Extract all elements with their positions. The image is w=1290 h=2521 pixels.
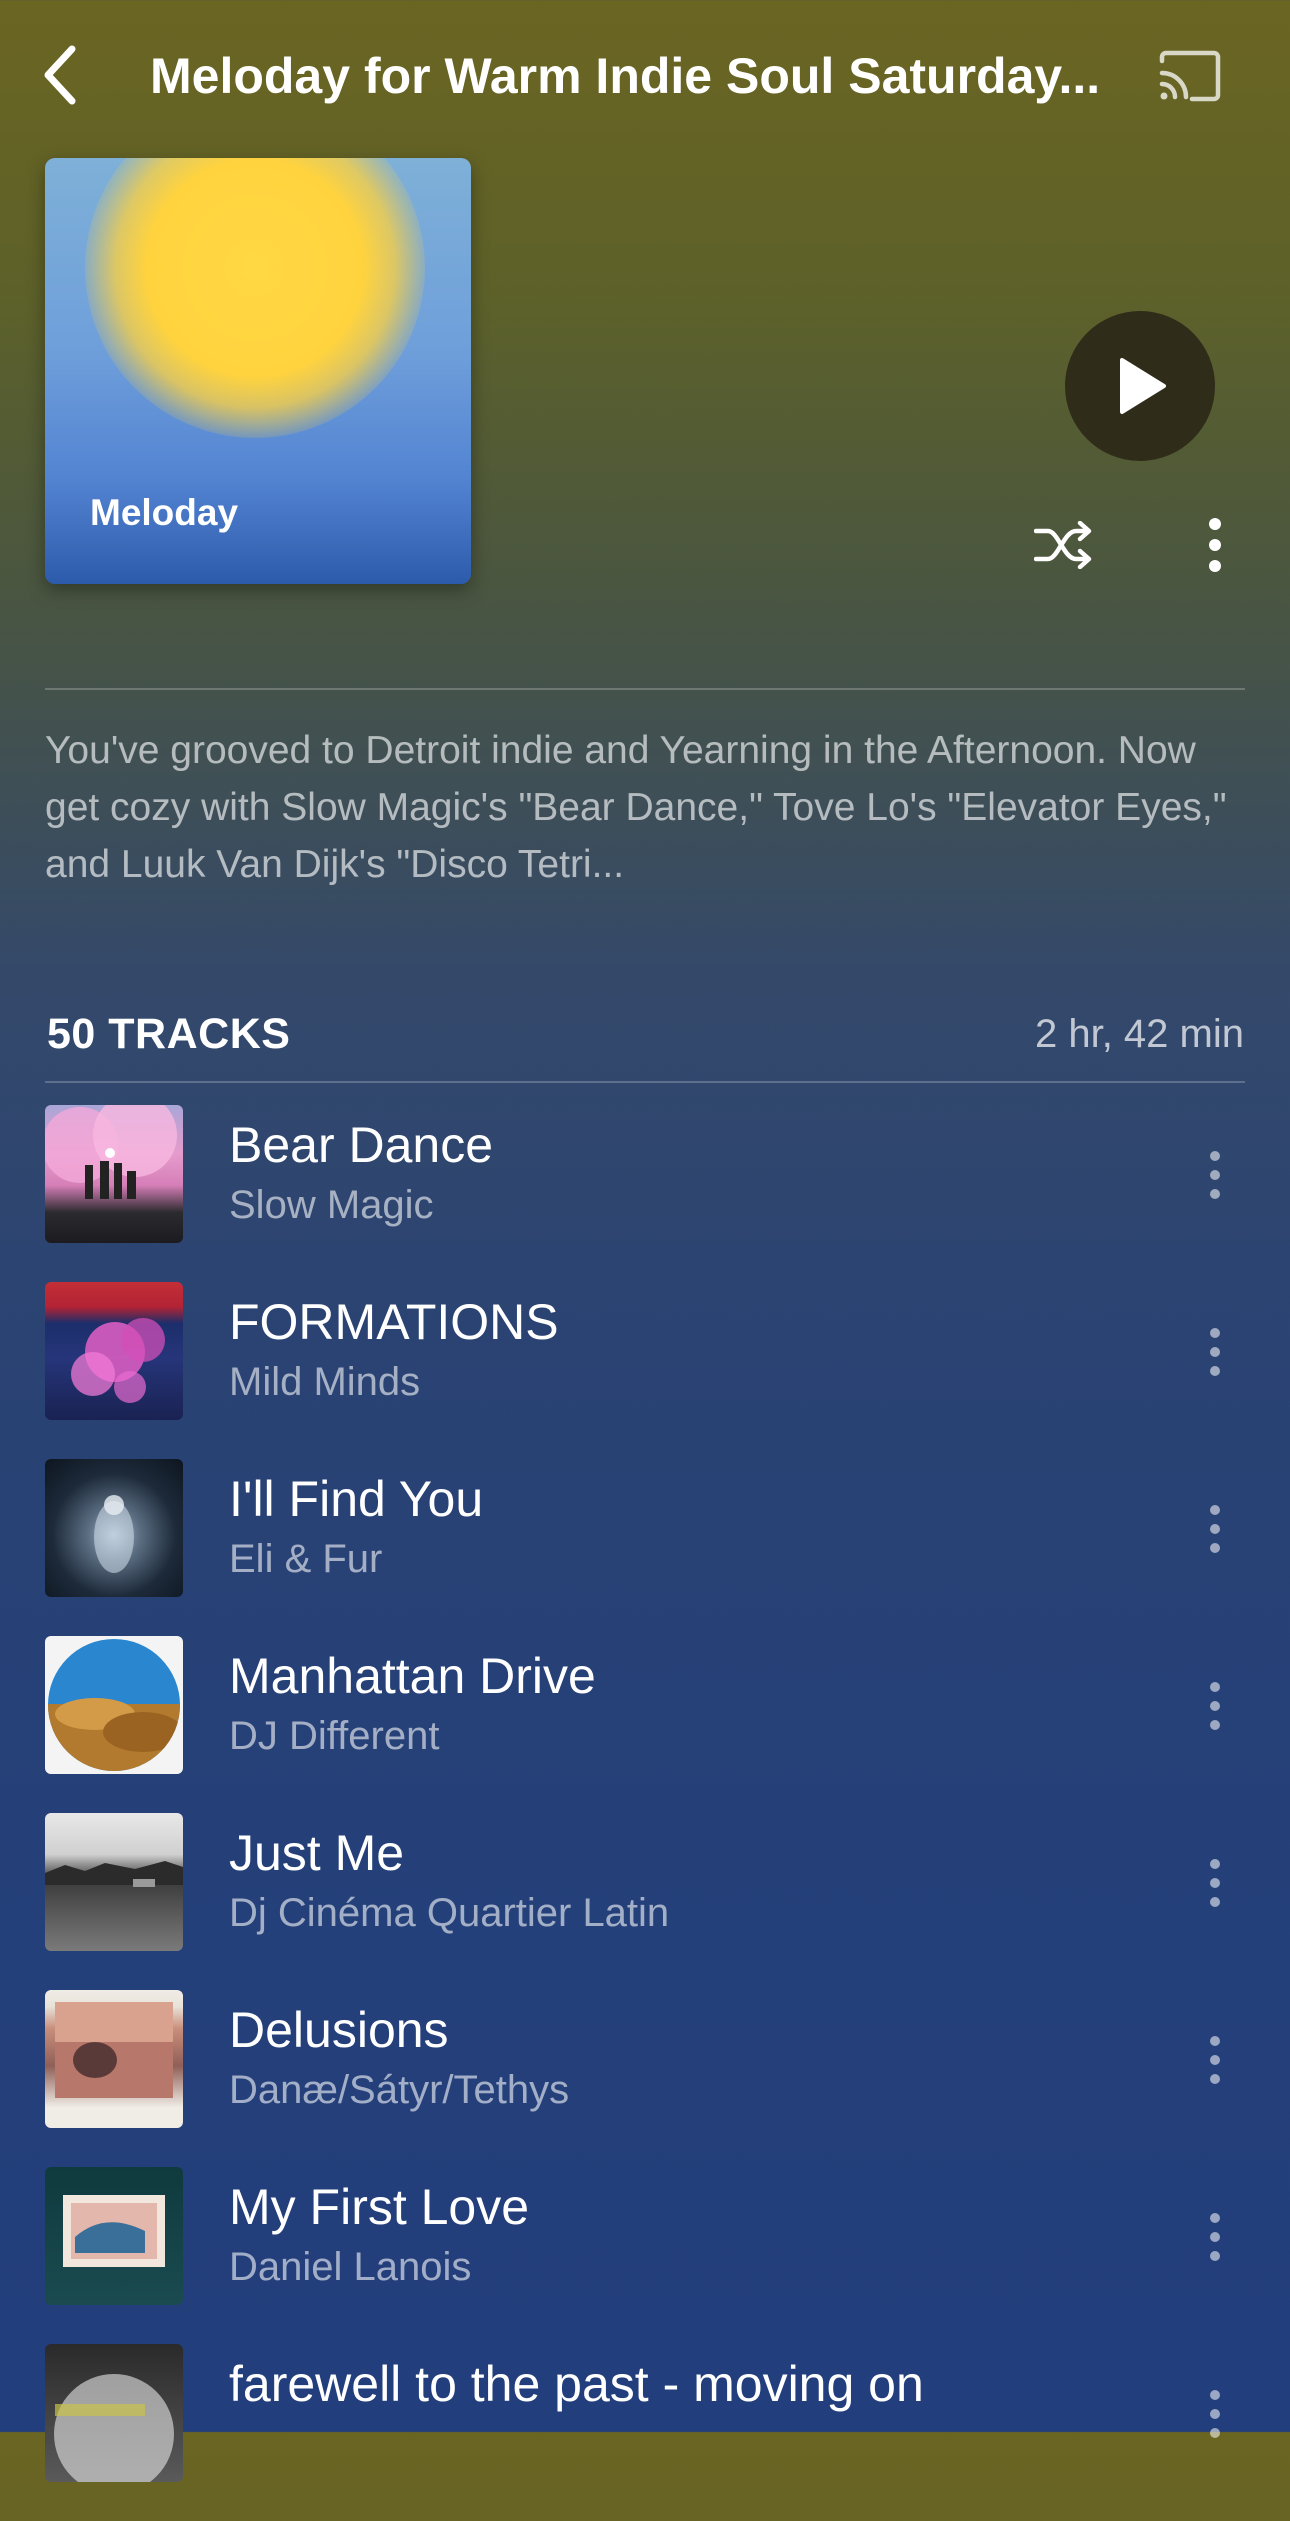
more-vertical-icon [1210,1682,1220,1730]
more-vertical-icon [1210,1859,1220,1907]
track-title: FORMATIONS [229,1294,559,1350]
track-row[interactable]: farewell to the past - moving on [0,2344,1290,2521]
more-vertical-icon [1210,1151,1220,1199]
track-row[interactable]: Just Me Dj Cinéma Quartier Latin [0,1813,1290,1990]
track-artist: Daniel Lanois [229,2245,472,2289]
playlist-duration: 2 hr, 42 min [1034,1012,1244,1056]
chevron-left-icon [44,45,76,105]
track-row[interactable]: Bear Dance Slow Magic [0,1105,1290,1282]
track-title: I'll Find You [229,1471,484,1527]
shuffle-button[interactable] [1030,515,1100,575]
track-title: farewell to the past - moving on [229,2356,924,2412]
more-vertical-icon [1210,1328,1220,1376]
track-list: Bear Dance Slow Magic FORMATIONS Mild Mi… [0,1105,1290,2521]
more-vertical-icon [1210,1505,1220,1553]
track-title: Manhattan Drive [229,1648,596,1704]
album-art [45,1813,183,1951]
track-artist: Mild Minds [229,1360,421,1404]
page-title: Meloday for Warm Indie Soul Saturday... [150,48,1101,104]
more-vertical-icon [1209,518,1221,572]
album-art [45,1636,183,1774]
more-vertical-icon [1210,2213,1220,2261]
shuffle-icon [1034,521,1092,569]
track-artist: Slow Magic [229,1183,434,1227]
track-row[interactable]: My First Love Daniel Lanois [0,2167,1290,2344]
album-art [45,2167,183,2305]
track-title: My First Love [229,2179,530,2235]
playlist-cover: Meloday [45,158,471,584]
track-row[interactable]: FORMATIONS Mild Minds [0,1282,1290,1459]
track-row[interactable]: Manhattan Drive DJ Different [0,1636,1290,1813]
more-vertical-icon [1210,2036,1220,2084]
divider [45,688,1245,690]
divider [45,1081,1245,1083]
track-row[interactable]: I'll Find You Eli & Fur [0,1459,1290,1636]
album-art [45,1459,183,1597]
track-more-button[interactable] [1195,1489,1235,1569]
play-button[interactable] [1065,311,1215,461]
track-artist: Danæ/Sátyr/Tethys [229,2068,570,2112]
playlist-description: You've grooved to Detroit indie and Year… [45,729,1227,886]
track-title: Delusions [229,2002,449,2058]
track-more-button[interactable] [1195,1666,1235,1746]
playlist-more-button[interactable] [1195,510,1235,580]
cast-button[interactable] [1155,44,1225,108]
track-artist: Eli & Fur [229,1537,383,1581]
track-more-button[interactable] [1195,1843,1235,1923]
cover-sun-art [85,158,425,438]
track-more-button[interactable] [1195,2020,1235,2100]
back-button[interactable] [30,40,90,110]
track-title: Bear Dance [229,1117,494,1173]
tracks-count: 50 TRACKS [47,1010,291,1058]
track-artist: Dj Cinéma Quartier Latin [229,1891,670,1935]
header: Meloday for Warm Indie Soul Saturday... [0,0,1290,150]
track-title: Just Me [229,1825,405,1881]
album-art [45,2344,183,2482]
album-art [45,1990,183,2128]
track-more-button[interactable] [1195,1312,1235,1392]
track-artist: DJ Different [229,1714,440,1758]
track-row[interactable]: Delusions Danæ/Sátyr/Tethys [0,1990,1290,2167]
album-art [45,1282,183,1420]
cover-label: Meloday [90,492,239,533]
track-more-button[interactable] [1195,1135,1235,1215]
track-more-button[interactable] [1195,2374,1235,2454]
play-icon [1120,358,1166,414]
cast-icon [1159,50,1221,102]
track-more-button[interactable] [1195,2197,1235,2277]
album-art [45,1105,183,1243]
